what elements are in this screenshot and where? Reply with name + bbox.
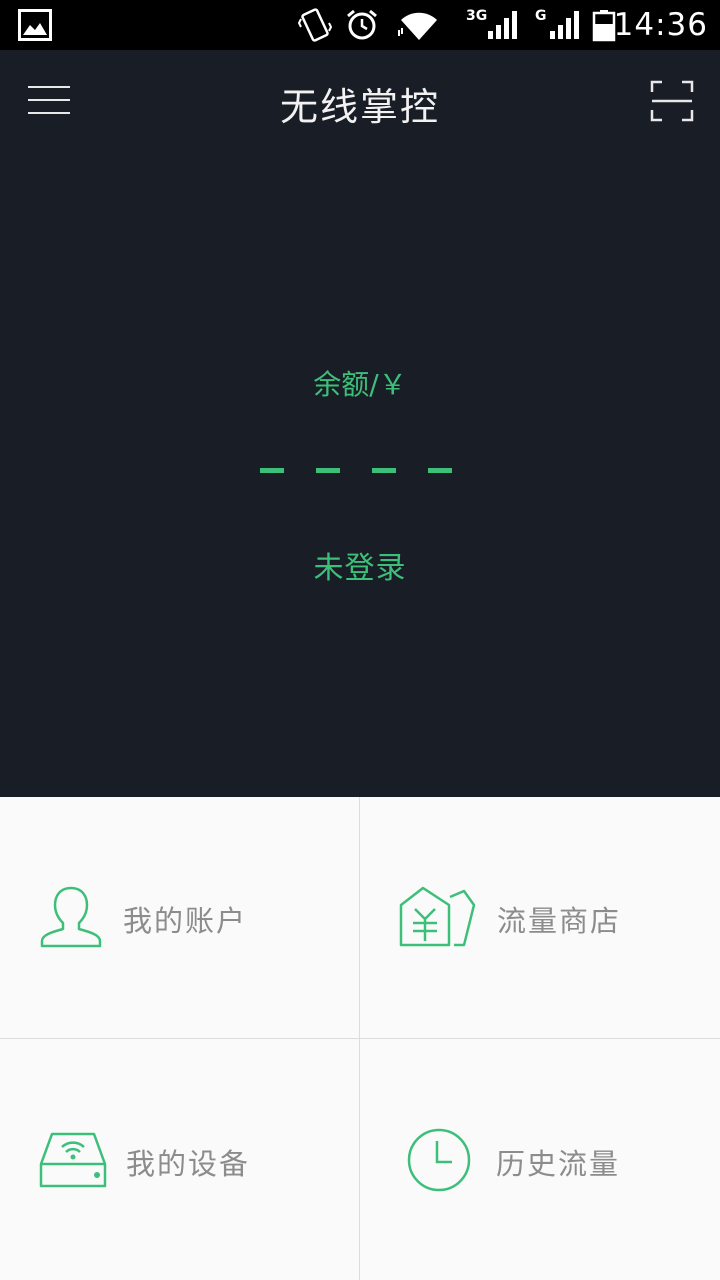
- my-account-button[interactable]: 我的账户: [0, 797, 359, 1038]
- balance-header: 无线掌控 余额/￥ 未登录: [0, 50, 720, 797]
- network-type-3g: 3G: [466, 8, 488, 24]
- my-devices-button[interactable]: 我的设备: [0, 1039, 359, 1280]
- network-type-g: G: [535, 8, 547, 24]
- router-icon: [38, 1131, 108, 1193]
- gallery-icon: [18, 0, 52, 50]
- app-title: 无线掌控: [279, 85, 440, 129]
- balance-value: [0, 460, 720, 480]
- traffic-store-label: 流量商店: [497, 904, 622, 938]
- alarm-icon: [345, 0, 379, 50]
- signal-g-icon: [548, 0, 580, 50]
- battery-icon: [592, 0, 616, 50]
- wifi-icon: [396, 0, 442, 50]
- scan-icon[interactable]: [650, 80, 694, 122]
- account-icon: [38, 885, 104, 953]
- traffic-history-button[interactable]: 历史流量: [360, 1039, 719, 1280]
- balance-label: 余额/￥: [313, 368, 407, 401]
- login-status[interactable]: 未登录: [0, 543, 720, 587]
- store-icon: [398, 885, 478, 953]
- my-devices-label: 我的设备: [126, 1147, 251, 1181]
- clock-icon: [406, 1127, 472, 1197]
- signal-3g-icon: [486, 0, 518, 50]
- status-bar: 3G G 14:36: [0, 0, 720, 50]
- feature-grid: 我的账户 流量商店 我的设备 历史流量: [0, 797, 720, 1280]
- clock-time: 14:36: [613, 7, 708, 43]
- vibrate-icon: [298, 0, 332, 50]
- my-account-label: 我的账户: [123, 904, 248, 938]
- traffic-store-button[interactable]: 流量商店: [360, 797, 719, 1038]
- traffic-history-label: 历史流量: [496, 1147, 621, 1181]
